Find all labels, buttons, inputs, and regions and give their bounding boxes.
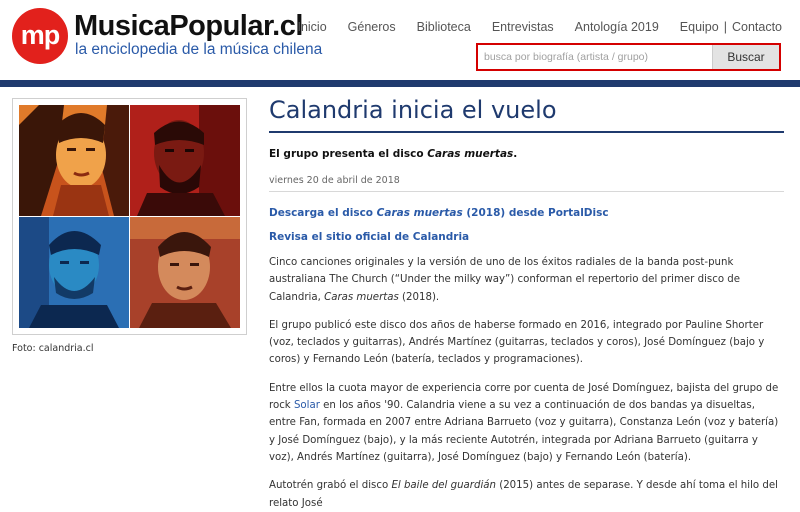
article-paragraph: Entre ellos la cuota mayor de experienci… — [269, 380, 784, 466]
search-button[interactable]: Buscar — [712, 45, 779, 69]
subtitle-text: El grupo presenta el disco — [269, 148, 428, 160]
download-album-link[interactable]: Descarga el disco Caras muertas (2018) d… — [269, 207, 784, 219]
band-illustration — [19, 105, 240, 328]
site-tagline: la enciclopedia de la música chilena — [75, 41, 323, 58]
main-nav: Inicio Géneros Biblioteca Entrevistas An… — [276, 20, 782, 34]
band-photo[interactable] — [19, 105, 240, 328]
paragraph-text-end: en los años '90. Calandria viene a su ve… — [269, 400, 779, 463]
header-divider-bar — [0, 80, 800, 87]
article: Calandria inicia el vuelo El grupo prese… — [269, 94, 784, 512]
paragraph-text-end: (2018). — [398, 291, 440, 303]
article-paragraph: Cinco canciones originales y la versión … — [269, 254, 784, 306]
nav-item-generos[interactable]: Géneros — [348, 20, 396, 34]
official-site-link[interactable]: Revisa el sitio oficial de Calandria — [269, 231, 784, 243]
nav-item-equipo[interactable]: Equipo — [680, 20, 719, 34]
nav-item-contacto[interactable]: Contacto — [732, 20, 782, 34]
search-form: Buscar — [476, 43, 781, 71]
article-date: viernes 20 de abril de 2018 — [269, 175, 784, 192]
link-text: Descarga el disco — [269, 207, 377, 219]
article-paragraph: Autotrén grabó el disco El baile del gua… — [269, 477, 784, 512]
nav-item-biblioteca[interactable]: Biblioteca — [417, 20, 471, 34]
solar-link[interactable]: Solar — [294, 400, 320, 411]
article-subtitle: El grupo presenta el disco Caras muertas… — [269, 148, 784, 160]
article-paragraph: El grupo publicó este disco dos años de … — [269, 319, 765, 366]
paragraph-album: Caras muertas — [324, 291, 399, 303]
photo-caption: Foto: calandria.cl — [12, 343, 94, 354]
nav-item-antologia[interactable]: Antología 2019 — [575, 20, 659, 34]
subtitle-end: . — [513, 148, 518, 160]
subtitle-album: Caras muertas — [427, 148, 514, 160]
site-name[interactable]: MusicaPopular.cl — [74, 9, 303, 43]
search-input[interactable] — [478, 45, 712, 69]
article-title: Calandria inicia el vuelo — [269, 94, 784, 133]
link-album: Caras muertas — [376, 207, 463, 219]
paragraph-album: El baile del guardián — [391, 480, 496, 492]
nav-item-entrevistas[interactable]: Entrevistas — [492, 20, 554, 34]
nav-separator: | — [723, 20, 727, 34]
paragraph-text: Autotrén grabó el disco — [269, 480, 392, 492]
nav-item-inicio[interactable]: Inicio — [297, 20, 326, 34]
logo-mark[interactable]: mp — [12, 8, 68, 64]
link-text-end: (2018) desde PortalDisc — [462, 207, 609, 219]
band-photo-frame — [12, 98, 247, 335]
site-header: mp MusicaPopular.cl la enciclopedia de l… — [0, 0, 800, 80]
